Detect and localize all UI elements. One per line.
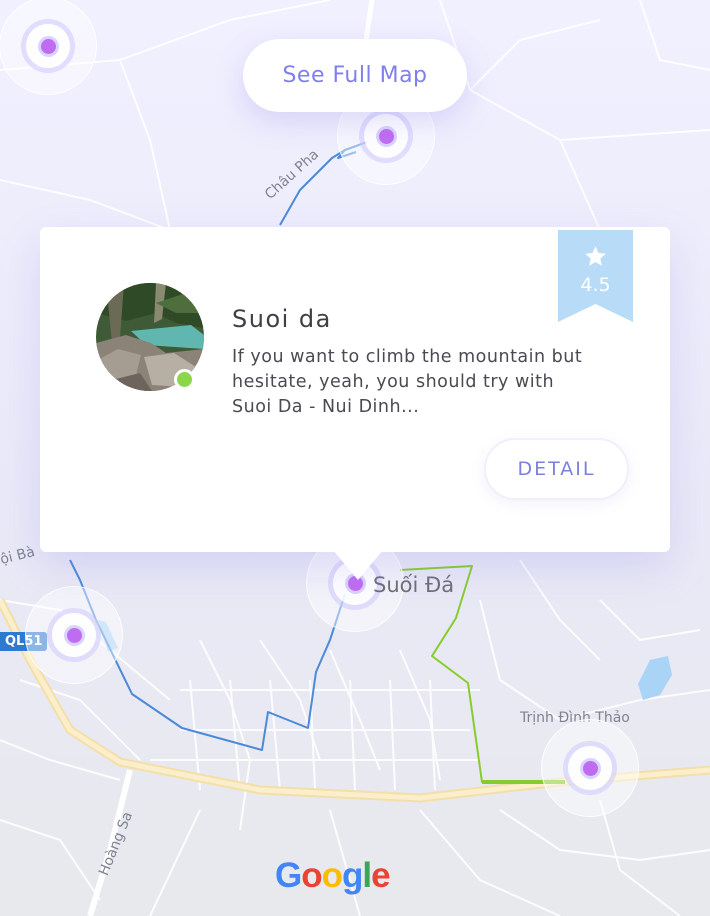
- google-letter: o: [321, 856, 343, 895]
- card-pointer: [333, 550, 383, 580]
- google-letter: l: [362, 856, 372, 895]
- detail-button[interactable]: DETAIL: [484, 438, 629, 500]
- google-logo: Google: [275, 856, 391, 896]
- place-info-card[interactable]: Suoi da If you want to climb the mountai…: [40, 227, 670, 580]
- star-icon: [585, 246, 606, 266]
- see-full-map-button[interactable]: See Full Map: [243, 39, 467, 112]
- map-marker[interactable]: [541, 719, 639, 817]
- place-title: Suoi da: [232, 305, 332, 333]
- marker-dot-icon: [66, 627, 82, 643]
- google-letter: e: [371, 856, 390, 895]
- map-marker[interactable]: [25, 586, 123, 684]
- place-label: Suối Đá: [373, 573, 455, 597]
- marker-dot-icon: [378, 128, 394, 144]
- marker-dot-icon: [40, 38, 56, 54]
- google-letter: o: [301, 856, 322, 895]
- rating-badge: 4.5: [558, 230, 633, 322]
- place-description: If you want to climb the mountain but he…: [232, 347, 583, 417]
- marker-dot-icon: [582, 760, 598, 776]
- rating-value: 4.5: [580, 274, 611, 296]
- google-letter: g: [342, 856, 363, 895]
- map-marker[interactable]: [0, 0, 97, 95]
- google-letter: G: [275, 856, 302, 895]
- online-status-dot: [174, 369, 195, 390]
